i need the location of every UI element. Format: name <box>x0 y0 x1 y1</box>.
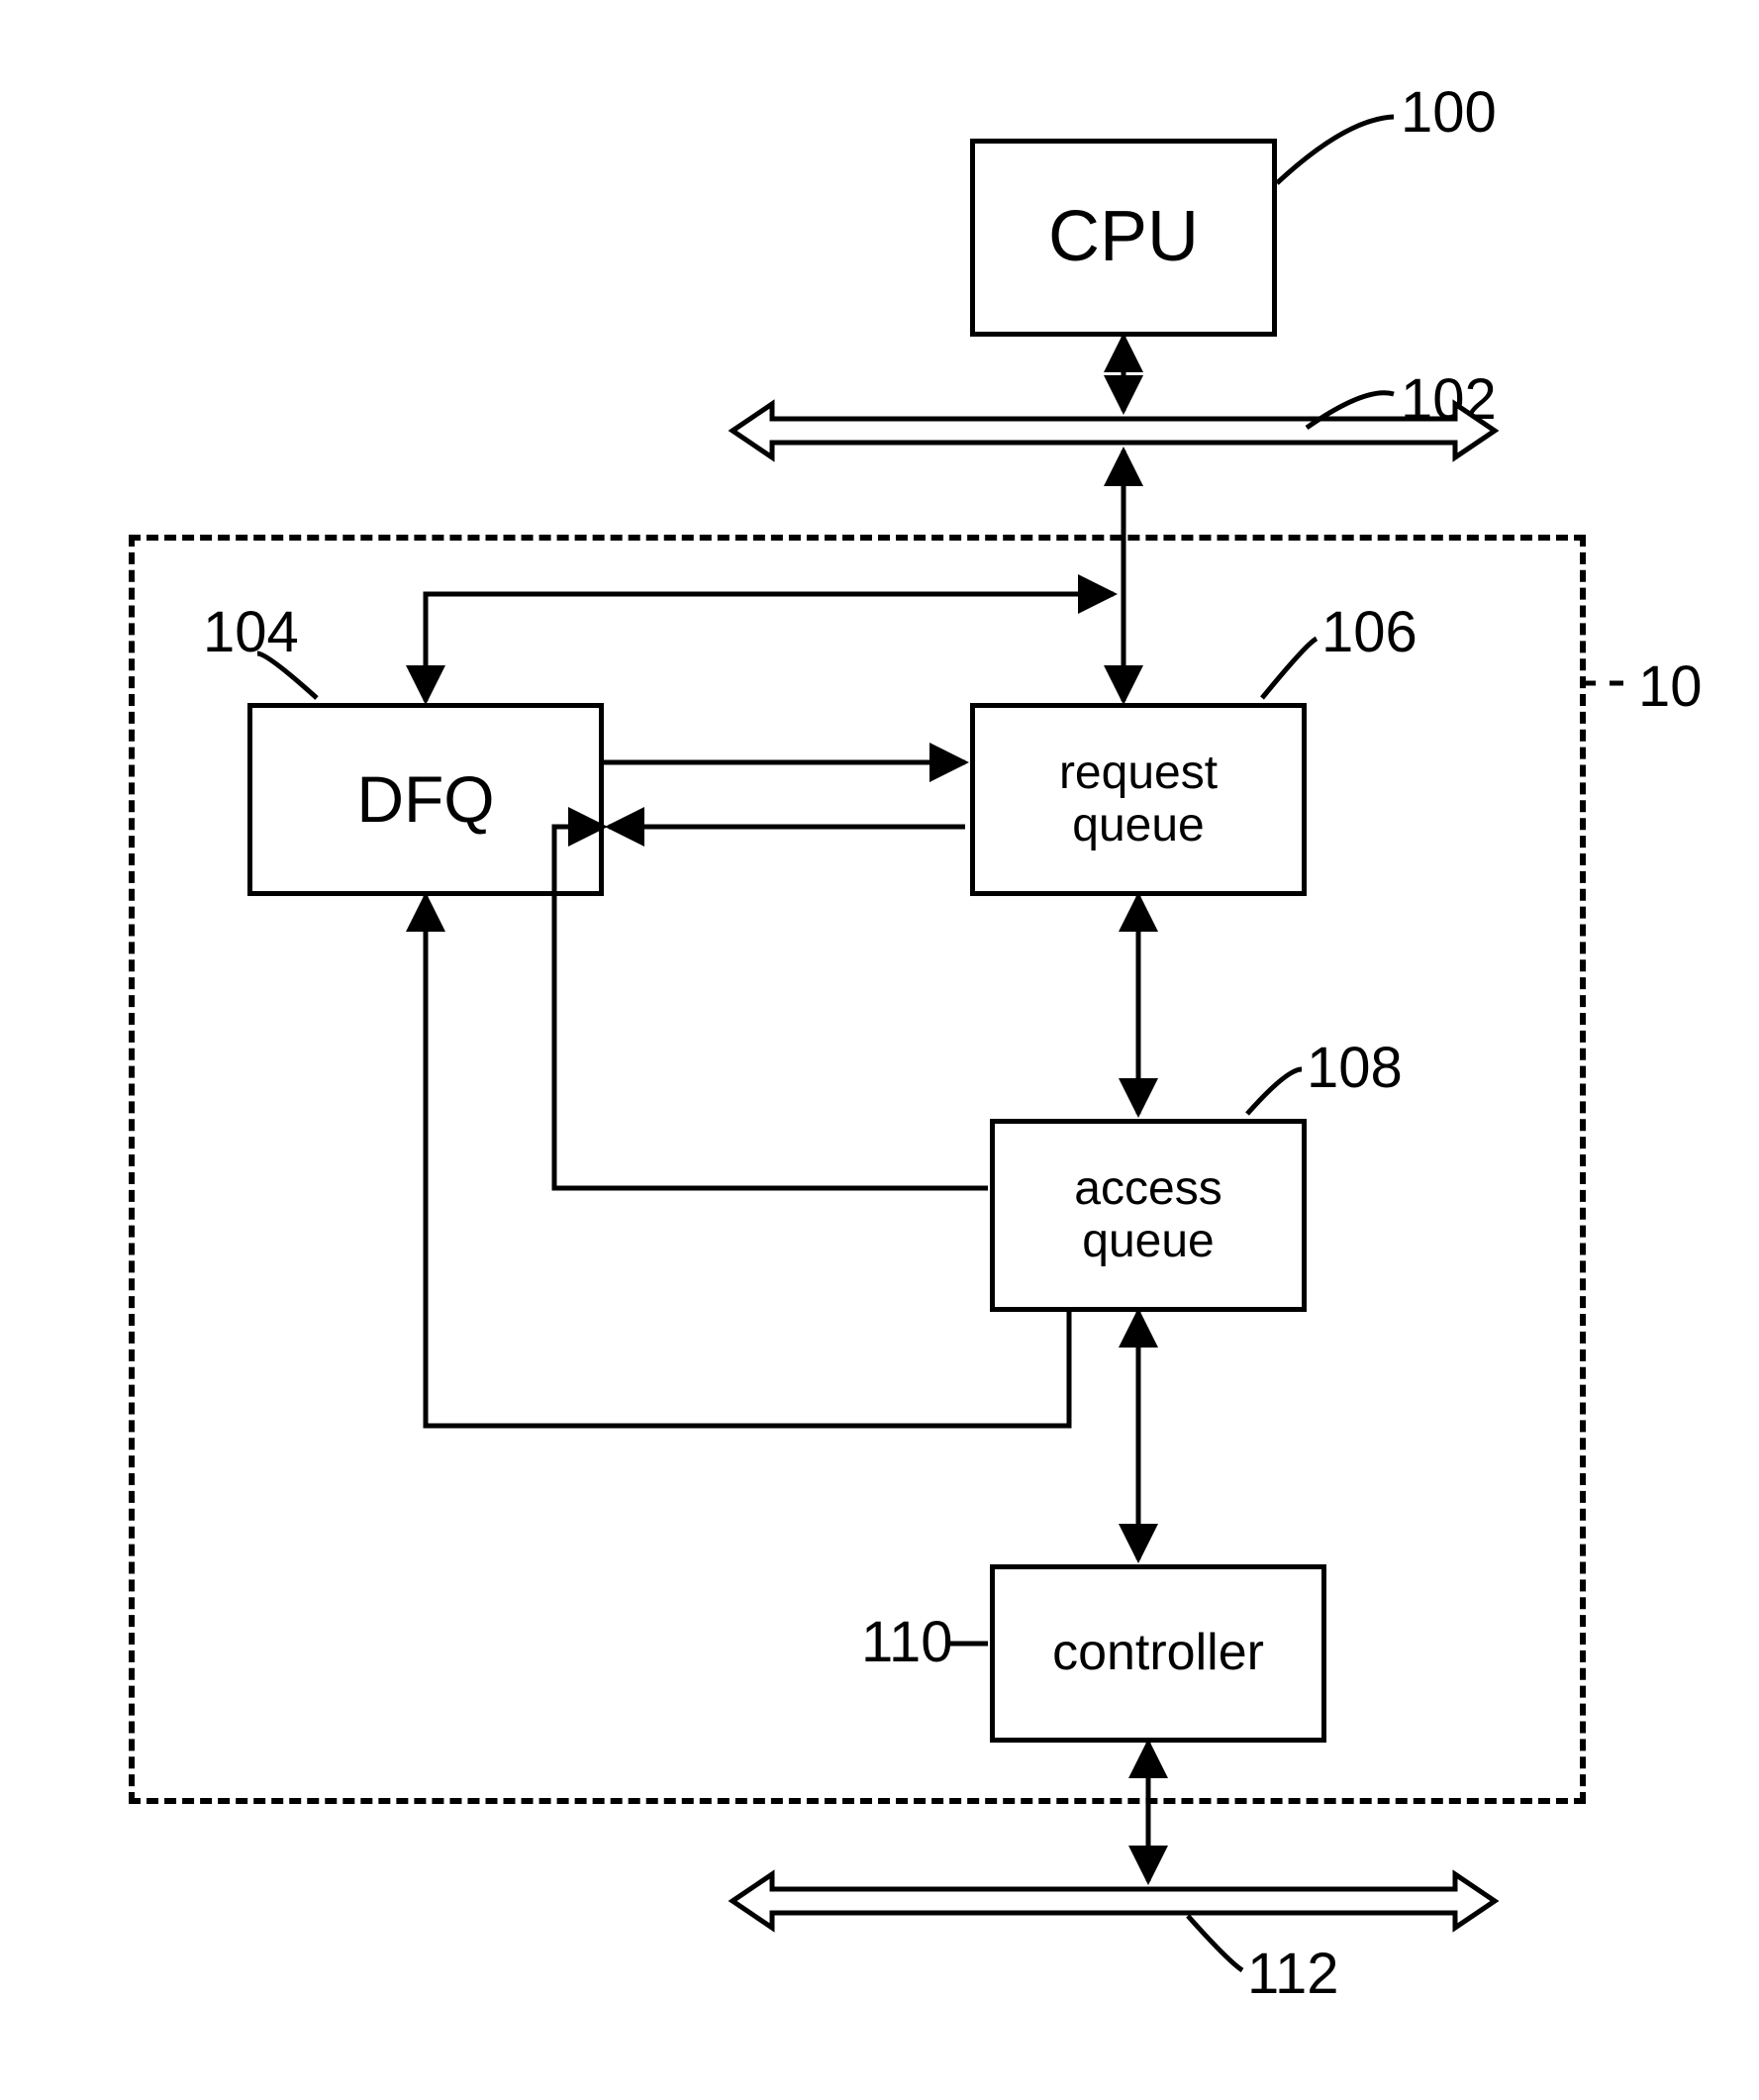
bus-top <box>733 404 1495 457</box>
dfq-block: DFQ <box>247 703 604 896</box>
access-queue-block: access queue <box>990 1119 1307 1312</box>
ref-100: 100 <box>1401 79 1497 146</box>
leader-100 <box>1277 117 1394 183</box>
bus-bottom <box>733 1874 1495 1928</box>
ref-108: 108 <box>1307 1035 1403 1101</box>
controller-block: controller <box>990 1564 1326 1743</box>
ref-102: 102 <box>1401 366 1497 433</box>
dfq-label: DFQ <box>356 763 494 836</box>
request-queue-label: request queue <box>1059 748 1218 852</box>
cpu-label: CPU <box>1048 198 1199 276</box>
access-queue-label: access queue <box>1074 1163 1222 1268</box>
leader-112 <box>1188 1916 1242 1970</box>
ref-112: 112 <box>1247 1941 1338 2007</box>
leader-102 <box>1307 393 1394 428</box>
ref-104: 104 <box>203 599 299 665</box>
ref-110: 110 <box>861 1609 952 1675</box>
ref-106: 106 <box>1321 599 1417 665</box>
cpu-block: CPU <box>970 139 1277 337</box>
diagram-canvas: CPU DFQ request queue access queue contr… <box>0 0 1759 2100</box>
ref-10: 10 <box>1638 653 1703 720</box>
request-queue-block: request queue <box>970 703 1307 896</box>
controller-label: controller <box>1052 1625 1264 1681</box>
